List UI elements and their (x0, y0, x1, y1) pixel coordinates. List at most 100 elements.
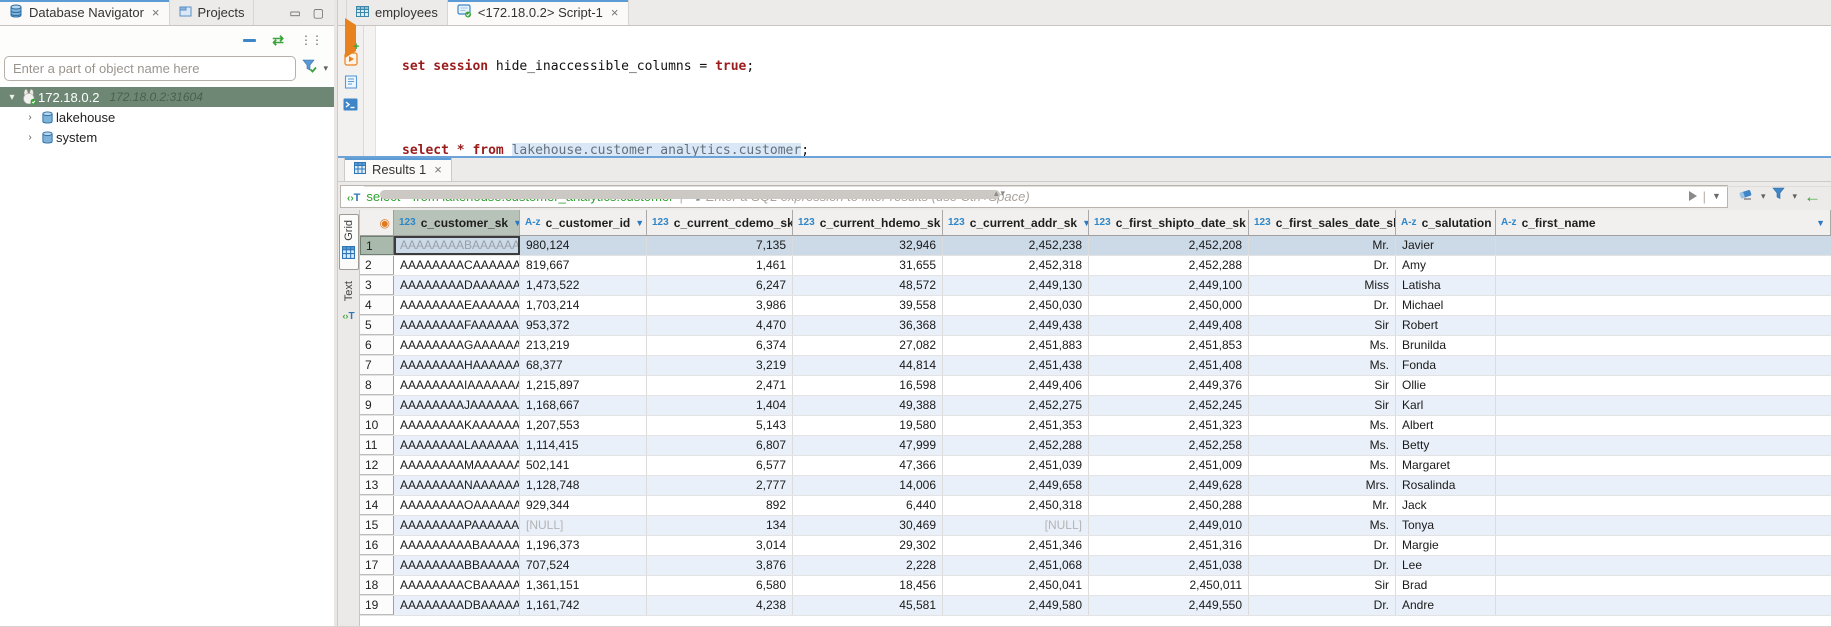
sort-dropdown-icon[interactable]: ▼ (1816, 218, 1825, 228)
cell-c_first_shipto_date_sk[interactable]: 2,449,408 (1089, 316, 1249, 335)
cell-c_first_sales_date_sk[interactable]: Mr. (1249, 236, 1396, 255)
column-header-c_customer_sk[interactable]: 123c_customer_sk▼ (394, 210, 520, 235)
cell-c_first_shipto_date_sk[interactable]: 2,450,288 (1089, 496, 1249, 515)
close-icon[interactable]: × (611, 5, 619, 20)
cell-c_current_cdemo_sk[interactable]: 7,135 (647, 236, 793, 255)
cell-c_customer_sk[interactable]: AAAAAAAACAAAAAAA (394, 256, 520, 275)
cell-c_salutation[interactable]: Margie (1396, 536, 1496, 555)
row-number[interactable]: 16 (360, 536, 394, 555)
cell-c_first_sales_date_sk[interactable]: Ms. (1249, 356, 1396, 375)
cell-c_current_cdemo_sk[interactable]: 2,777 (647, 476, 793, 495)
record-mode-icon[interactable]: ◉ (360, 210, 394, 235)
cell-c_customer_sk[interactable]: AAAAAAAAOAAAAAAA (394, 496, 520, 515)
row-number[interactable]: 19 (360, 596, 394, 615)
cell-c_current_hdemo_sk[interactable]: 32,946 (793, 236, 943, 255)
cell-c_current_addr_sk[interactable]: 2,449,580 (943, 596, 1089, 615)
chevron-down-icon[interactable]: ▾ (1761, 191, 1766, 202)
row-number[interactable]: 8 (360, 376, 394, 395)
cell-c_current_hdemo_sk[interactable]: 36,368 (793, 316, 943, 335)
column-header-c_first_sales_date_sk[interactable]: 123c_first_sales_date_sk▼ (1249, 210, 1396, 235)
cell-c_current_cdemo_sk[interactable]: 6,577 (647, 456, 793, 475)
cell-c_customer_sk[interactable]: AAAAAAAAABAAAAAA (394, 536, 520, 555)
cell-c_customer_id[interactable]: 68,377 (520, 356, 647, 375)
cell-c_customer_sk[interactable]: AAAAAAAAJAAAAAAA (394, 396, 520, 415)
cell-c_current_cdemo_sk[interactable]: 3,014 (647, 536, 793, 555)
tab-results-1[interactable]: Results 1 × (344, 158, 452, 181)
cell-c_customer_sk[interactable]: AAAAAAAABBAAAAAA (394, 556, 520, 575)
cell-c_current_cdemo_sk[interactable]: 1,404 (647, 396, 793, 415)
cell-c_first_sales_date_sk[interactable]: Dr. (1249, 256, 1396, 275)
cell-c_first_shipto_date_sk[interactable]: 2,452,258 (1089, 436, 1249, 455)
sort-dropdown-icon[interactable]: ▼ (635, 218, 644, 228)
tab-script-1[interactable]: <172.18.0.2> Script-1 × (448, 0, 629, 25)
cell-c_current_cdemo_sk[interactable]: 5,143 (647, 416, 793, 435)
cell-c_first_sales_date_sk[interactable]: Ms. (1249, 436, 1396, 455)
cell-c_salutation[interactable]: Margaret (1396, 456, 1496, 475)
cell-c_customer_id[interactable]: 1,703,214 (520, 296, 647, 315)
cell-c_first_shipto_date_sk[interactable]: 2,451,408 (1089, 356, 1249, 375)
sort-dropdown-icon[interactable]: ▼ (513, 218, 520, 228)
cell-c_current_hdemo_sk[interactable]: 31,655 (793, 256, 943, 275)
cell-c_first_shipto_date_sk[interactable]: 2,451,009 (1089, 456, 1249, 475)
cell-c_first_shipto_date_sk[interactable]: 2,449,100 (1089, 276, 1249, 295)
cell-c_current_cdemo_sk[interactable]: 3,219 (647, 356, 793, 375)
sql-console-button[interactable] (343, 98, 358, 111)
editor-horizontal-scrollbar[interactable]: ▴▾ (364, 186, 1831, 187)
collapse-all-icon[interactable] (243, 39, 256, 42)
cell-c_first_shipto_date_sk[interactable]: 2,450,011 (1089, 576, 1249, 595)
row-number[interactable]: 14 (360, 496, 394, 515)
cell-c_first_shipto_date_sk[interactable]: 2,452,288 (1089, 256, 1249, 275)
cell-c_first_sales_date_sk[interactable]: Mr. (1249, 496, 1396, 515)
cell-c_current_hdemo_sk[interactable]: 48,572 (793, 276, 943, 295)
column-header-c_current_hdemo_sk[interactable]: 123c_current_hdemo_sk▼ (793, 210, 943, 235)
cell-c_customer_id[interactable]: 707,524 (520, 556, 647, 575)
cell-c_current_hdemo_sk[interactable]: 6,440 (793, 496, 943, 515)
eraser-icon[interactable] (1738, 187, 1754, 205)
row-number[interactable]: 15 (360, 516, 394, 535)
close-icon[interactable]: × (152, 5, 160, 20)
cell-c_first_sales_date_sk[interactable]: Sir (1249, 376, 1396, 395)
sort-dropdown-icon[interactable]: ▼ (1082, 218, 1089, 228)
cell-c_first_sales_date_sk[interactable]: Dr. (1249, 536, 1396, 555)
cell-c_first_sales_date_sk[interactable]: Mrs. (1249, 476, 1396, 495)
row-number[interactable]: 3 (360, 276, 394, 295)
cell-c_first_shipto_date_sk[interactable]: 2,451,853 (1089, 336, 1249, 355)
cell-c_customer_sk[interactable]: AAAAAAAACBAAAAAA (394, 576, 520, 595)
cell-c_current_addr_sk[interactable]: 2,450,318 (943, 496, 1089, 515)
cell-c_current_addr_sk[interactable]: 2,451,346 (943, 536, 1089, 555)
link-with-editor-icon[interactable]: ⇄ (272, 33, 284, 47)
previous-page-icon[interactable]: ← (1804, 188, 1821, 205)
cell-c_current_addr_sk[interactable]: 2,451,883 (943, 336, 1089, 355)
cell-c_current_addr_sk[interactable]: 2,452,275 (943, 396, 1089, 415)
tab-employees[interactable]: employees (346, 0, 448, 25)
cell-c_current_cdemo_sk[interactable]: 3,986 (647, 296, 793, 315)
column-header-c_current_addr_sk[interactable]: 123c_current_addr_sk▼ (943, 210, 1089, 235)
cell-c_customer_id[interactable]: [NULL] (520, 516, 647, 535)
row-number[interactable]: 4 (360, 296, 394, 315)
cell-c_current_hdemo_sk[interactable]: 29,302 (793, 536, 943, 555)
cell-c_current_addr_sk[interactable]: 2,450,041 (943, 576, 1089, 595)
cell-c_salutation[interactable]: Michael (1396, 296, 1496, 315)
chevron-down-icon[interactable]: ▾ (323, 63, 328, 74)
cell-c_first_sales_date_sk[interactable]: Ms. (1249, 336, 1396, 355)
column-header-c_salutation[interactable]: A-zc_salutation▼ (1396, 210, 1496, 235)
cell-c_customer_sk[interactable]: AAAAAAAADAAAAAAA (394, 276, 520, 295)
cell-c_salutation[interactable]: Albert (1396, 416, 1496, 435)
cell-c_customer_id[interactable]: 1,196,373 (520, 536, 647, 555)
cell-c_salutation[interactable]: Betty (1396, 436, 1496, 455)
cell-c_current_addr_sk[interactable]: 2,451,039 (943, 456, 1089, 475)
explain-plan-button[interactable] (344, 75, 358, 89)
cell-c_customer_id[interactable]: 953,372 (520, 316, 647, 335)
cell-c_salutation[interactable]: Javier (1396, 236, 1496, 255)
tab-database-navigator[interactable]: Database Navigator × (0, 0, 170, 25)
cell-c_customer_id[interactable]: 213,219 (520, 336, 647, 355)
cell-c_customer_sk[interactable]: AAAAAAAAKAAAAAAA (394, 416, 520, 435)
filter-check-icon[interactable] (302, 59, 317, 78)
filter-history-dropdown-icon[interactable]: ▼ (1712, 191, 1721, 201)
object-search-input[interactable] (4, 56, 296, 81)
cell-c_current_hdemo_sk[interactable]: 30,469 (793, 516, 943, 535)
cell-c_current_hdemo_sk[interactable]: 49,388 (793, 396, 943, 415)
cell-c_first_shipto_date_sk[interactable]: 2,451,038 (1089, 556, 1249, 575)
cell-c_customer_id[interactable]: 1,128,748 (520, 476, 647, 495)
cell-c_salutation[interactable]: Rosalinda (1396, 476, 1496, 495)
